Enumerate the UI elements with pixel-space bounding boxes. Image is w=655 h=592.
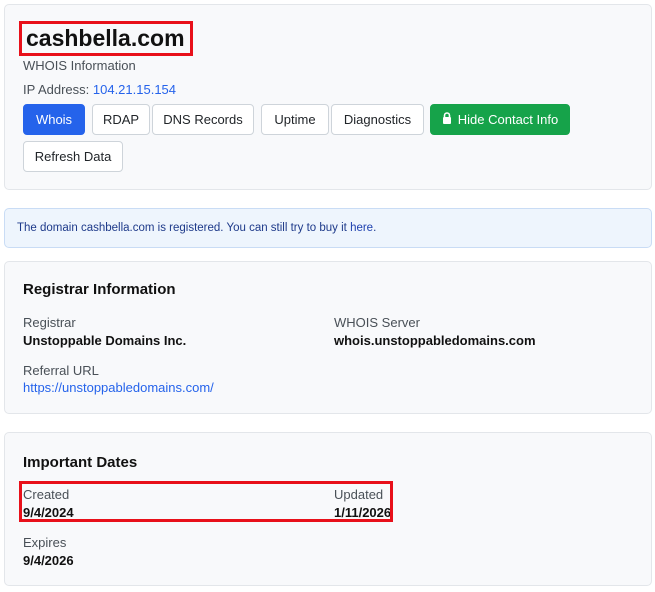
domain-header-card: cashbella.com WHOIS Information IP Addre… — [4, 4, 652, 190]
alert-domain: cashbella.com — [80, 222, 155, 234]
registrar-value: Unstoppable Domains Inc. — [23, 333, 187, 348]
registrar-information-card: Registrar Information Registrar Unstoppa… — [4, 261, 652, 414]
whois-subtitle: WHOIS Information — [23, 58, 136, 73]
created-label: Created — [23, 487, 70, 502]
referral-url-link[interactable]: https://unstoppabledomains.com/ — [23, 380, 214, 395]
domain-title: cashbella.com — [19, 21, 193, 56]
uptime-button[interactable]: Uptime — [261, 104, 329, 135]
created-value: 9/4/2024 — [23, 505, 74, 520]
ip-address-line: IP Address: 104.21.15.154 — [23, 82, 176, 97]
important-dates-card: Important Dates Created 9/4/2024 Updated… — [4, 432, 652, 586]
alert-suffix: . — [373, 222, 377, 234]
updated-value: 1/11/2026 — [334, 505, 392, 520]
registrar-card-title: Registrar Information — [23, 281, 176, 298]
registration-status-alert: The domain cashbella.com is registered. … — [4, 208, 652, 248]
registrar-label: Registrar — [23, 315, 76, 330]
dates-card-title: Important Dates — [23, 454, 138, 471]
ip-address-link[interactable]: 104.21.15.154 — [93, 82, 176, 97]
hide-contact-info-label: Hide Contact Info — [457, 112, 559, 127]
whois-server-value: whois.unstoppabledomains.com — [334, 333, 536, 348]
alert-middle: is registered. You can still try to buy … — [154, 222, 351, 234]
whois-button[interactable]: Whois — [23, 104, 85, 135]
hide-contact-info-button[interactable]: Hide Contact Info — [430, 104, 570, 135]
dns-records-button[interactable]: DNS Records — [152, 104, 254, 135]
buy-domain-link[interactable]: here — [350, 222, 373, 234]
ip-label: IP Address: — [23, 82, 90, 97]
expires-value: 9/4/2026 — [23, 553, 74, 568]
diagnostics-button[interactable]: Diagnostics — [331, 104, 424, 135]
updated-label: Updated — [334, 487, 384, 502]
expires-label: Expires — [23, 535, 67, 550]
rdap-button[interactable]: RDAP — [92, 104, 150, 135]
lock-icon — [442, 112, 452, 127]
whois-server-label: WHOIS Server — [334, 315, 420, 330]
alert-prefix: The domain — [17, 222, 81, 234]
referral-url-label: Referral URL — [23, 363, 99, 378]
refresh-data-button[interactable]: Refresh Data — [23, 141, 123, 172]
